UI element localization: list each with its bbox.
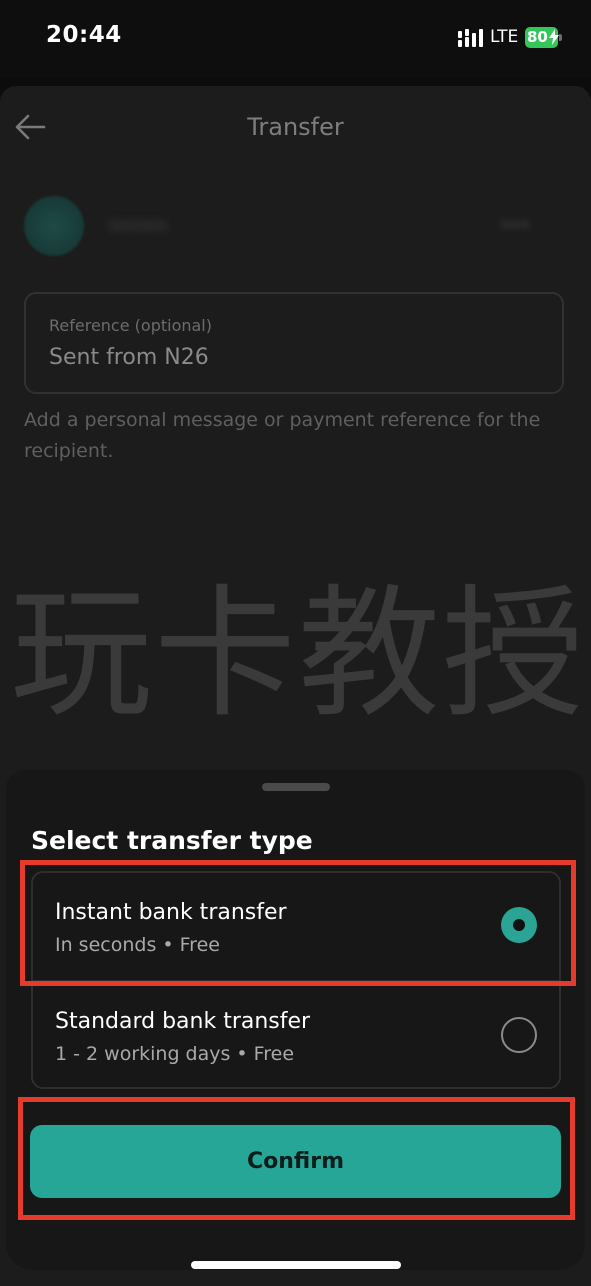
home-indicator[interactable] bbox=[191, 1261, 401, 1269]
reference-field[interactable]: Reference (optional) Sent from N26 bbox=[24, 292, 564, 394]
charging-bolt-icon bbox=[549, 29, 559, 45]
reference-hint: Add a personal message or payment refere… bbox=[24, 409, 541, 462]
battery-icon: 80 bbox=[525, 27, 562, 48]
highlight-instant-option bbox=[20, 860, 576, 986]
recipient-amount: ••• bbox=[500, 216, 531, 236]
page-title: Transfer bbox=[247, 113, 344, 141]
reference-label: Reference (optional) bbox=[49, 316, 212, 335]
radio-unselected-icon[interactable] bbox=[501, 1017, 537, 1053]
cellular-signal-icon bbox=[458, 29, 483, 47]
option-title: Standard bank transfer bbox=[55, 1009, 311, 1034]
option-subtitle: 1 - 2 working days • Free bbox=[55, 1043, 295, 1065]
watermark-text: 玩卡教授 bbox=[10, 572, 586, 737]
recipient-avatar bbox=[24, 196, 84, 256]
reference-input[interactable]: Sent from N26 bbox=[49, 345, 209, 370]
battery-cap bbox=[559, 34, 562, 41]
recipient-name: ••••• bbox=[108, 214, 167, 238]
highlight-confirm-button bbox=[18, 1097, 575, 1220]
option-standard-transfer[interactable]: Standard bank transfer 1 - 2 working day… bbox=[33, 982, 559, 1089]
status-bar: 20:44 LTE 80 bbox=[0, 0, 591, 78]
sheet-title: Select transfer type bbox=[31, 826, 313, 855]
sheet-drag-handle[interactable] bbox=[262, 783, 330, 791]
network-type: LTE bbox=[490, 27, 519, 47]
status-time: 20:44 bbox=[46, 22, 122, 48]
battery-level: 80 bbox=[527, 28, 548, 46]
